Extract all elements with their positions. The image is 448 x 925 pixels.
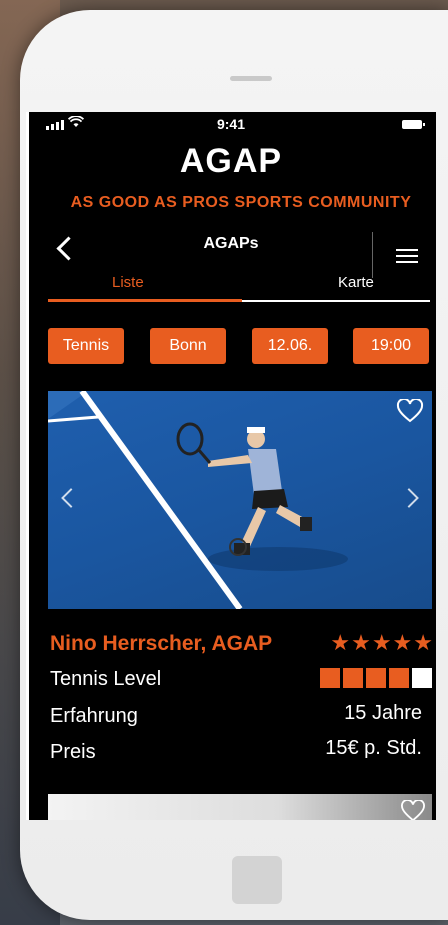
experience-label: Erfahrung (50, 705, 138, 727)
filter-chip-city[interactable]: Bonn (150, 328, 226, 364)
level-block-filled (366, 668, 386, 688)
filter-chip-date[interactable]: 12.06. (252, 328, 328, 364)
tab-indicator-active (48, 299, 242, 302)
status-time: 9:41 (216, 116, 246, 132)
favorite-heart-icon[interactable] (400, 799, 426, 820)
tab-liste[interactable]: Liste (112, 274, 144, 291)
tennis-level-meter (320, 668, 432, 688)
price-value: 15€ p. Std. (325, 737, 422, 759)
tab-karte[interactable]: Karte (338, 274, 374, 291)
status-bar: 9:41 (26, 112, 436, 140)
screen-edge (26, 112, 29, 820)
level-block-empty (412, 668, 432, 688)
app-title: AGAP (179, 142, 283, 180)
player-photo[interactable] (48, 391, 432, 609)
tab-indicator-inactive (242, 300, 430, 302)
app-screen: 9:41 AGAP AS GOOD AS PROS SPORTS COMMUNI… (26, 112, 436, 820)
nav-divider (372, 232, 373, 278)
app-subtitle: AS GOOD AS PROS SPORTS COMMUNITY (70, 194, 412, 211)
rating-stars: ★★★★★ (330, 630, 434, 655)
hamburger-menu-icon[interactable] (396, 249, 418, 263)
home-button[interactable] (232, 856, 282, 904)
level-block-filled (389, 668, 409, 688)
tennis-court-illustration (48, 391, 348, 609)
phone-speaker (230, 76, 272, 81)
filter-chip-sport[interactable]: Tennis (48, 328, 124, 364)
tennis-level-label: Tennis Level (50, 668, 162, 690)
nav-title: AGAPs (203, 235, 259, 252)
next-player-card[interactable] (48, 794, 432, 820)
filter-chip-time[interactable]: 19:00 (353, 328, 429, 364)
battery-icon (402, 120, 425, 129)
favorite-heart-icon[interactable] (396, 397, 424, 423)
player-name[interactable]: Nino Herrscher, AGAP (50, 632, 272, 656)
price-label: Preis (50, 741, 96, 763)
level-block-filled (343, 668, 363, 688)
level-block-filled (320, 668, 340, 688)
experience-value: 15 Jahre (344, 702, 422, 724)
